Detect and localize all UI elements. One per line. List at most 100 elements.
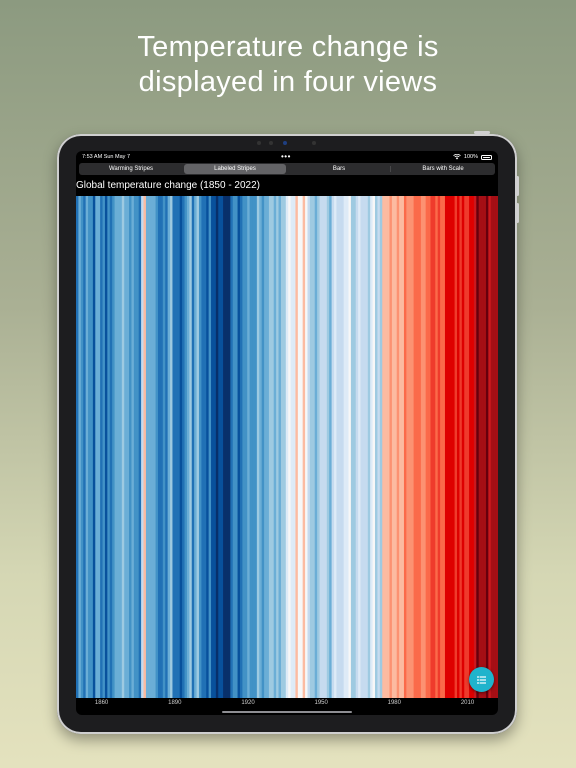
stripe-1933 (276, 196, 279, 698)
stripe-1894 (182, 196, 185, 698)
stripe-2008 (457, 196, 460, 698)
stripe-1922 (249, 196, 253, 698)
stripe-1915 (232, 196, 236, 698)
view-selector: Warming Stripes Labeled Stripes Bars Bar… (79, 163, 495, 175)
camera-icon (283, 141, 287, 145)
stripe-2017 (478, 196, 482, 698)
wifi-icon (453, 154, 461, 160)
stripe-1957 (334, 196, 337, 698)
stripe-1939 (290, 196, 294, 698)
stripe-1875 (136, 196, 140, 698)
stripe-1870 (124, 196, 128, 698)
stripe-1953 (324, 196, 328, 698)
stripe-1858 (95, 196, 99, 698)
stripe-1853 (83, 196, 87, 698)
stripe-1950 (317, 196, 320, 698)
stripe-1901 (198, 196, 202, 698)
x-tick-label: 1890 (168, 700, 182, 706)
stripe-1897 (189, 196, 193, 698)
stripe-1987 (406, 196, 410, 698)
tab-labeled-stripes[interactable]: Labeled Stripes (184, 164, 286, 174)
stripe-1989 (411, 196, 414, 698)
status-time: 7:53 AM Sun May 7 (82, 154, 130, 160)
more-dots-icon[interactable]: ••• (281, 152, 291, 161)
headline-line-1: Temperature change is (137, 31, 439, 63)
stripe-1921 (247, 196, 251, 698)
stripe-1879 (145, 196, 149, 698)
stripe-1964 (350, 196, 354, 698)
stripe-2010 (461, 196, 465, 698)
home-indicator (222, 711, 352, 713)
stripe-1887 (165, 196, 169, 698)
battery-icon (481, 154, 492, 160)
stripe-1862 (104, 196, 108, 698)
stripe-1942 (297, 196, 301, 698)
stripe-1913 (227, 196, 231, 698)
stripe-2001 (440, 196, 443, 698)
stripe-1902 (201, 196, 205, 698)
stripe-2000 (437, 196, 441, 698)
stripe-1930 (268, 196, 272, 698)
stripe-1898 (191, 196, 195, 698)
stripe-1925 (256, 196, 260, 698)
stripe-1931 (271, 196, 275, 698)
stripe-1940 (293, 196, 296, 698)
stripe-2022 (490, 196, 494, 698)
tab-bars[interactable]: Bars (288, 164, 391, 174)
stripe-2023 (493, 196, 496, 698)
stripe-1938 (288, 196, 292, 698)
x-tick-label: 1920 (241, 700, 255, 706)
stripe-1974 (375, 196, 378, 698)
stripe-1924 (254, 196, 258, 698)
stripe-1991 (416, 196, 419, 698)
stripe-1934 (278, 196, 282, 698)
stripe-1900 (196, 196, 200, 698)
stripe-1874 (133, 196, 137, 698)
stripe-1914 (230, 196, 234, 698)
stripe-1959 (338, 196, 342, 698)
stripe-1904 (206, 196, 210, 698)
stripe-1926 (259, 196, 263, 698)
stripe-1886 (162, 196, 166, 698)
stripe-1960 (341, 196, 345, 698)
stripe-1946 (307, 196, 311, 698)
stripe-1917 (237, 196, 241, 698)
stripe-1977 (382, 196, 386, 698)
stripe-1854 (85, 196, 89, 698)
stripe-1979 (387, 196, 390, 698)
stripe-1866 (114, 196, 118, 698)
stripe-1967 (358, 196, 361, 698)
stripe-1996 (428, 196, 431, 698)
x-tick-label: 1950 (314, 700, 328, 706)
stripe-1983 (396, 196, 400, 698)
stripe-1855 (88, 196, 91, 698)
stripe-1905 (208, 196, 212, 698)
stripe-1928 (264, 196, 267, 698)
stripe-2020 (485, 196, 489, 698)
headline-line-2: displayed in four views (138, 66, 438, 98)
stripe-1997 (430, 196, 434, 698)
stripe-1911 (223, 196, 226, 698)
stripe-1857 (92, 196, 96, 698)
promo-headline: Temperature change is displayed in four … (0, 30, 576, 100)
stripe-2005 (449, 196, 453, 698)
stripe-1923 (252, 196, 255, 698)
stripe-1943 (300, 196, 304, 698)
tab-bars-with-scale[interactable]: Bars with Scale (392, 164, 494, 174)
stripe-1920 (244, 196, 248, 698)
stripe-1990 (413, 196, 417, 698)
stripe-1850 (76, 196, 79, 698)
stripe-1918 (239, 196, 243, 698)
stripe-1864 (109, 196, 113, 698)
stripe-1910 (220, 196, 224, 698)
sensor-dot (257, 141, 261, 145)
stripe-1880 (148, 196, 152, 698)
stripe-1912 (225, 196, 229, 698)
status-bar: 7:53 AM Sun May 7 ••• 100% (76, 151, 498, 163)
tab-warming-stripes[interactable]: Warming Stripes (80, 164, 182, 174)
x-tick-label: 1860 (94, 700, 109, 706)
menu-button[interactable] (469, 667, 494, 692)
stripe-1906 (211, 196, 214, 698)
stripe-1971 (367, 196, 371, 698)
stripe-2004 (447, 196, 451, 698)
